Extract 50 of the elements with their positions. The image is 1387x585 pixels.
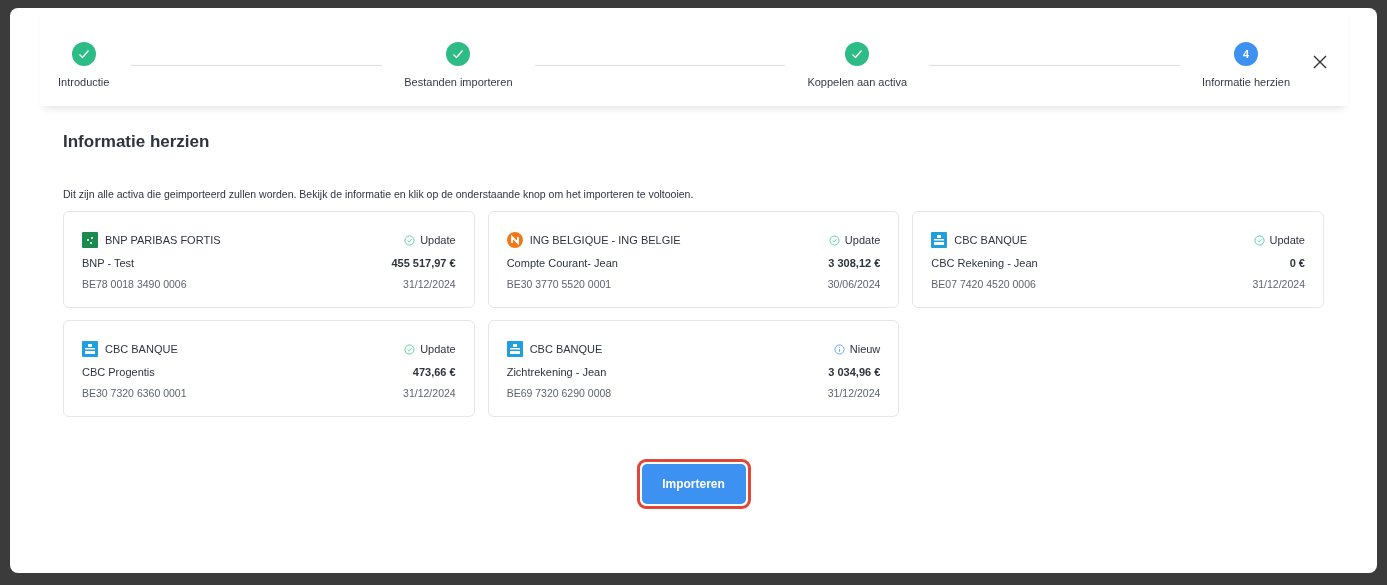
- status-label: Nieuw: [849, 343, 881, 355]
- status-label: Update: [1269, 234, 1305, 246]
- account-name: CBC Progentis: [82, 366, 156, 378]
- import-button[interactable]: Importeren: [641, 464, 746, 504]
- amount: 455 517,97 €: [391, 257, 456, 269]
- close-icon: [1312, 54, 1328, 70]
- check-circle-icon: [828, 234, 840, 246]
- bank-name: CBC BANQUE: [105, 343, 178, 355]
- date: 30/06/2024: [827, 278, 881, 290]
- bank-name: CBC BANQUE: [954, 234, 1028, 246]
- account-name: CBC Rekening - Jean: [931, 257, 1039, 269]
- date: 31/12/2024: [403, 278, 456, 290]
- step-number: 4: [1234, 42, 1258, 66]
- description-text: Dit zijn alle activa die geimporteerd zullen worden. Bekijk de informatie en klik op de onderstaande knop om het importeren te voltooien.: [63, 188, 695, 200]
- status-label: Update: [420, 234, 456, 246]
- amount: 3 034,96 €: [828, 366, 881, 378]
- date: 31/12/2024: [403, 387, 456, 399]
- iban: BE69 7320 6290 0008: [506, 387, 613, 399]
- check-circle-icon: [404, 234, 416, 246]
- iban: BE78 0018 3490 0006: [82, 278, 188, 290]
- step-label: Koppelen aan activa: [807, 76, 908, 88]
- check-circle-icon: [404, 343, 416, 355]
- iban: BE30 7320 6360 0001: [82, 387, 188, 399]
- date: 31/12/2024: [1252, 278, 1305, 290]
- bank-name: CBC BANQUE: [529, 343, 603, 355]
- amount: 0 €: [1289, 257, 1305, 269]
- step-label: Informatie herzien: [1201, 76, 1290, 88]
- account-name: Zichtrekening - Jean: [506, 366, 608, 378]
- account-name: Compte Courant- Jean: [506, 257, 619, 269]
- bank-name: BNP PARIBAS FORTIS: [105, 234, 221, 246]
- check-circle-icon: [1253, 234, 1265, 246]
- bank-logo-icon: [506, 232, 523, 248]
- step-label: Introductie: [58, 76, 110, 88]
- iban: BE07 7420 4520 0006: [931, 278, 1037, 290]
- account-name: BNP - Test: [82, 257, 136, 269]
- amount: 473,66 €: [412, 366, 456, 378]
- bank-name: ING BELGIQUE - ING BELGIE: [529, 234, 681, 246]
- date: 31/12/2024: [827, 387, 881, 399]
- bank-logo-icon: [82, 232, 98, 248]
- info-icon: [833, 343, 845, 355]
- section-title: Informatie herzien: [63, 132, 211, 152]
- bank-logo-icon: [931, 232, 948, 248]
- bank-logo-icon: [82, 341, 98, 357]
- close-button[interactable]: [1312, 54, 1328, 70]
- status-label: Update: [420, 343, 456, 355]
- iban: BE30 3770 5520 0001: [506, 278, 613, 290]
- step-label: Bestanden importeren: [404, 76, 513, 88]
- bank-logo-icon: [506, 341, 523, 357]
- status-label: Update: [844, 234, 881, 246]
- amount: 3 308,12 €: [828, 257, 881, 269]
